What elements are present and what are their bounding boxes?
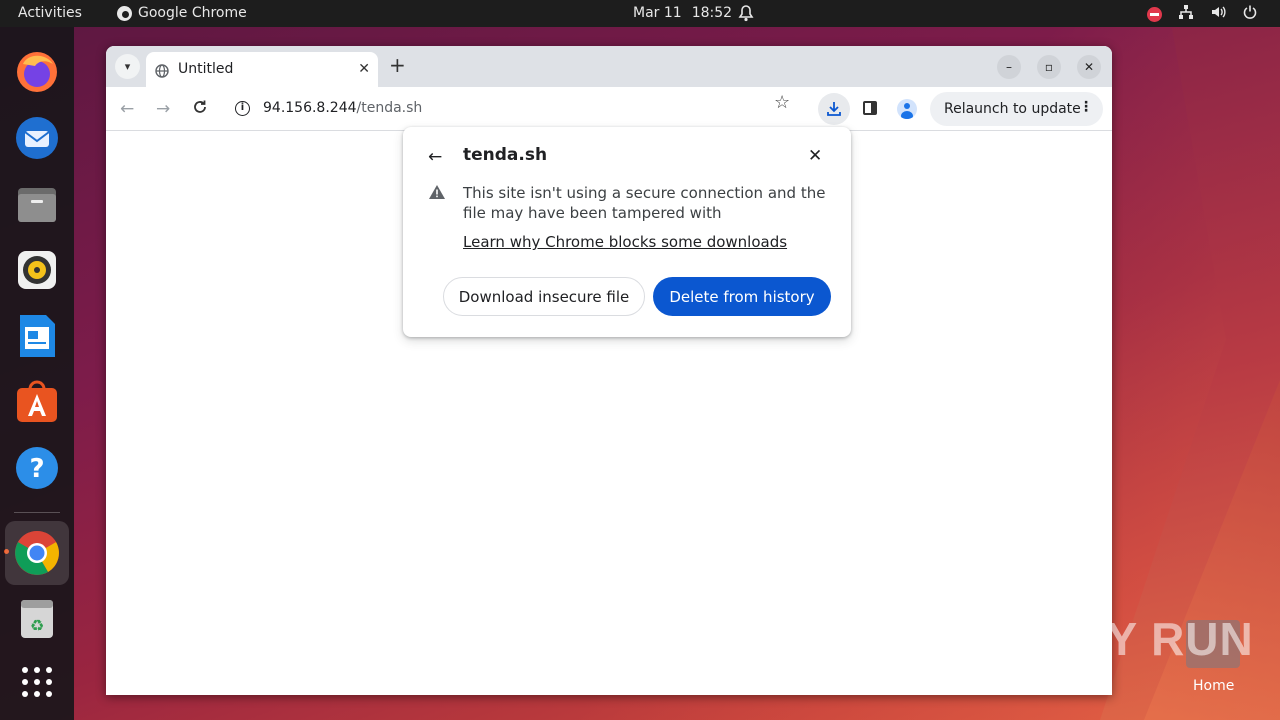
tab-close-icon[interactable]: ✕ (358, 61, 370, 77)
url-path: /tenda.sh (356, 100, 423, 116)
relaunch-to-update-button[interactable]: Relaunch to update ⋮ (930, 92, 1103, 126)
warning-icon (428, 184, 446, 204)
download-filename: tenda.sh (463, 145, 548, 165)
side-panel-icon[interactable] (863, 101, 877, 115)
close-icon[interactable]: ✕ (808, 146, 822, 166)
dock: ? ♻ (0, 27, 74, 720)
downloads-button[interactable] (818, 93, 850, 125)
chrome-icon (117, 5, 132, 21)
download-bubble: ← tenda.sh ✕ This site isn't using a sec… (403, 127, 851, 337)
tab-untitled[interactable]: Untitled ✕ (146, 52, 378, 87)
tab-search-button[interactable]: ▾ (115, 54, 140, 79)
bookmark-star-icon[interactable]: ☆ (774, 92, 790, 113)
back-arrow-icon[interactable]: ← (428, 147, 442, 167)
chrome-icon[interactable] (5, 521, 69, 585)
more-menu-icon[interactable]: ⋮ (1079, 99, 1093, 115)
rhythmbox-icon[interactable] (12, 245, 62, 295)
tab-title: Untitled (178, 61, 234, 77)
clock[interactable]: Mar 11 18:52 (633, 5, 732, 21)
volume-icon[interactable] (1210, 4, 1226, 24)
download-insecure-file-button[interactable]: Download insecure file (443, 277, 645, 316)
power-icon[interactable] (1242, 4, 1258, 24)
system-tray[interactable] (1147, 4, 1258, 24)
chevron-down-icon: ▾ (124, 60, 131, 73)
address-bar[interactable]: i 94.156.8.244/tenda.sh (223, 93, 810, 125)
notification-bell-icon[interactable] (738, 4, 754, 26)
show-apps-icon[interactable] (12, 657, 62, 707)
anyrun-watermark: ANY RUN (1038, 613, 1254, 665)
activities-button[interactable]: Activities (18, 5, 82, 21)
top-bar: Activities Google Chrome Mar 11 18:52 (0, 0, 1280, 27)
firefox-icon[interactable] (12, 47, 62, 97)
tab-strip: ▾ Untitled ✕ + – ▫ ✕ (106, 46, 1112, 87)
app-center-icon[interactable] (12, 377, 62, 427)
thunderbird-icon[interactable] (12, 113, 62, 163)
url-host: 94.156.8.244 (263, 100, 357, 116)
url-text[interactable]: 94.156.8.244/tenda.sh (263, 100, 422, 116)
trash-icon[interactable]: ♻ (12, 593, 62, 643)
toolbar: ← → i 94.156.8.244/tenda.sh ☆ Relaunch t… (106, 87, 1112, 131)
network-icon[interactable] (1178, 4, 1194, 24)
dock-separator (14, 512, 60, 513)
app-menu[interactable]: Google Chrome (117, 5, 247, 21)
writer-icon[interactable] (12, 311, 62, 361)
close-window-button[interactable]: ✕ (1077, 55, 1101, 79)
back-button[interactable]: ← (120, 99, 134, 119)
new-tab-button[interactable]: + (389, 55, 406, 75)
reload-button[interactable] (192, 99, 208, 120)
clock-date: Mar 11 (633, 5, 682, 21)
delete-from-history-button[interactable]: Delete from history (653, 277, 831, 316)
globe-icon (155, 63, 169, 78)
app-menu-label: Google Chrome (138, 5, 247, 21)
maximize-button[interactable]: ▫ (1037, 55, 1061, 79)
relaunch-label: Relaunch to update (944, 101, 1081, 117)
files-icon[interactable] (12, 179, 62, 229)
home-label: Home (1193, 678, 1235, 694)
profile-avatar-icon[interactable] (897, 99, 917, 119)
warning-message: This site isn't using a secure connectio… (463, 184, 826, 222)
do-not-disturb-icon[interactable] (1147, 6, 1162, 22)
svg-text:♻: ♻ (30, 616, 44, 635)
minimize-button[interactable]: – (997, 55, 1021, 79)
clock-time: 18:52 (691, 5, 733, 21)
help-icon[interactable]: ? (12, 443, 62, 493)
learn-more-link[interactable]: Learn why Chrome blocks some downloads (463, 233, 787, 251)
forward-button[interactable]: → (156, 99, 170, 119)
svg-text:?: ? (29, 454, 44, 484)
site-info-icon[interactable]: i (235, 101, 250, 116)
download-icon (827, 102, 841, 116)
